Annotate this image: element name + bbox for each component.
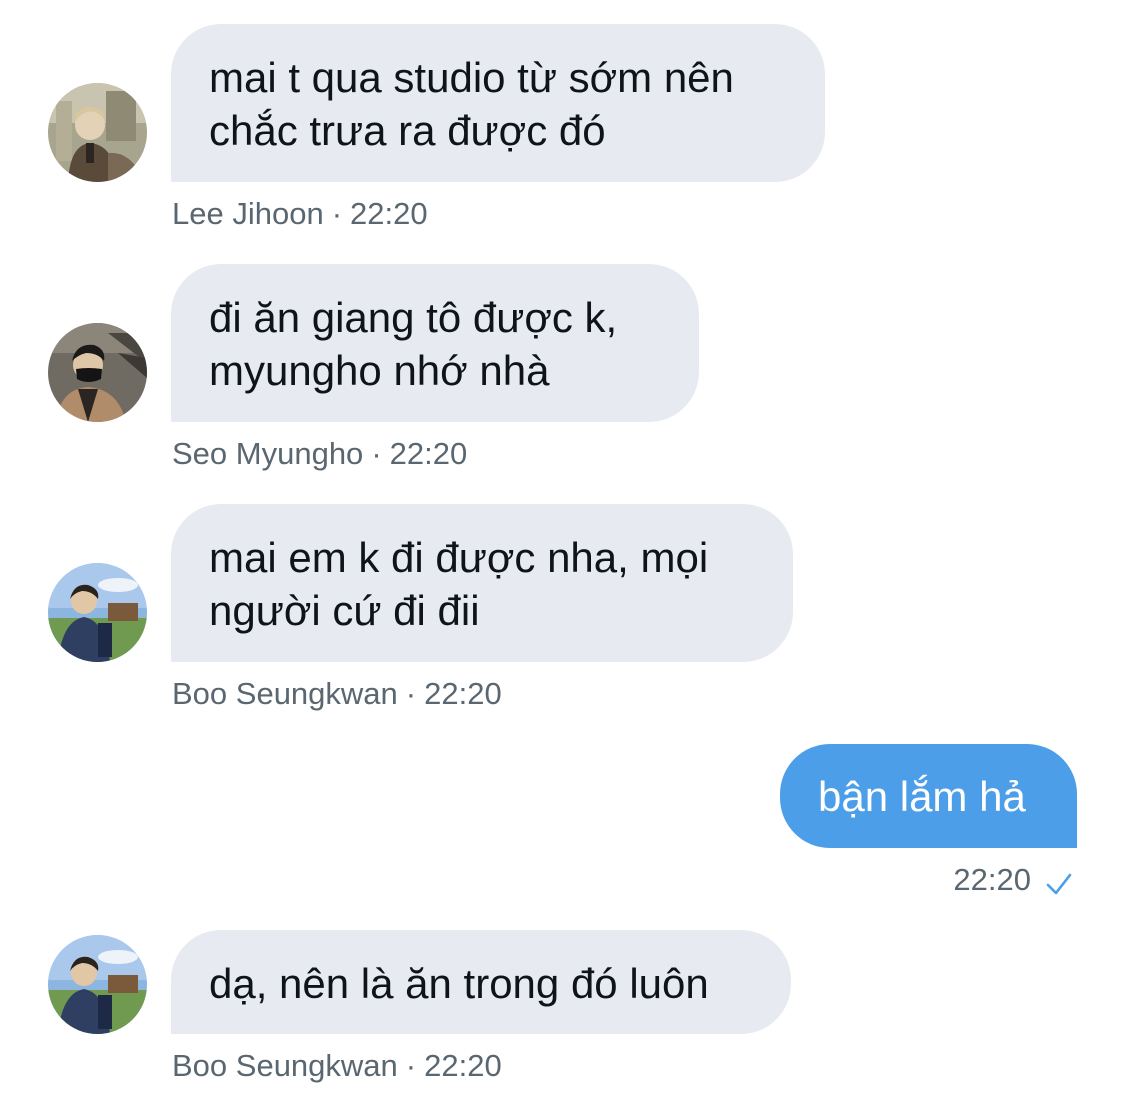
message-thread: mai t qua studio từ sớm nên chắc trưa ra…	[0, 0, 1125, 1107]
avatar-seo-myungho[interactable]	[48, 323, 147, 422]
message-meta: Lee Jihoon · 22:20	[172, 196, 428, 232]
avatar-lee-jihoon[interactable]	[48, 83, 147, 182]
avatar-photo	[48, 323, 147, 422]
message-line: mai t qua studio từ sớm nên	[209, 54, 734, 101]
message-line: myungho nhớ nhà	[209, 347, 550, 394]
avatar-photo	[48, 83, 147, 182]
meta-separator: ·	[331, 196, 343, 231]
message-line: dạ, nên là ăn trong đó luôn	[209, 960, 709, 1007]
author-name[interactable]: Boo Seungkwan	[172, 676, 398, 711]
meta-separator: ·	[405, 676, 417, 711]
author-name[interactable]: Lee Jihoon	[172, 196, 324, 231]
message-meta: Boo Seungkwan · 22:20	[172, 676, 502, 712]
message-meta: Boo Seungkwan · 22:20	[172, 1048, 502, 1084]
avatar-photo	[48, 563, 147, 662]
message-time: 22:20	[953, 862, 1031, 897]
sent-message-text: bận lắm hả	[818, 773, 1026, 820]
message-bubble[interactable]: dạ, nên là ăn trong đó luôn	[171, 930, 791, 1034]
sent-message-meta: 22:20	[953, 862, 1073, 898]
message-line: chắc trưa ra được đó	[209, 107, 606, 154]
message-meta: Seo Myungho · 22:20	[172, 436, 467, 472]
message-time: 22:20	[350, 196, 428, 231]
message-line: người cứ đi đii	[209, 587, 480, 634]
message-line: mai em k đi được nha, mọi	[209, 534, 709, 581]
message-time: 22:20	[389, 436, 468, 471]
message-time: 22:20	[424, 1048, 502, 1083]
message-time: 22:20	[424, 676, 502, 711]
avatar-boo-seungkwan[interactable]	[48, 563, 147, 662]
sent-message-bubble[interactable]: bận lắm hả	[780, 744, 1077, 848]
message-bubble[interactable]: mai em k đi được nha, mọi người cứ đi đi…	[171, 504, 793, 662]
message-bubble[interactable]: đi ăn giang tô được k, myungho nhớ nhà	[171, 264, 699, 422]
avatar-photo	[48, 935, 147, 1034]
message-bubble[interactable]: mai t qua studio từ sớm nên chắc trưa ra…	[171, 24, 825, 182]
meta-separator: ·	[371, 436, 382, 471]
message-line: đi ăn giang tô được k,	[209, 294, 618, 341]
author-name[interactable]: Seo Myungho	[172, 436, 363, 471]
check-icon	[1045, 868, 1073, 895]
avatar-boo-seungkwan[interactable]	[48, 935, 147, 1034]
meta-separator: ·	[405, 1048, 417, 1083]
author-name[interactable]: Boo Seungkwan	[172, 1048, 398, 1083]
